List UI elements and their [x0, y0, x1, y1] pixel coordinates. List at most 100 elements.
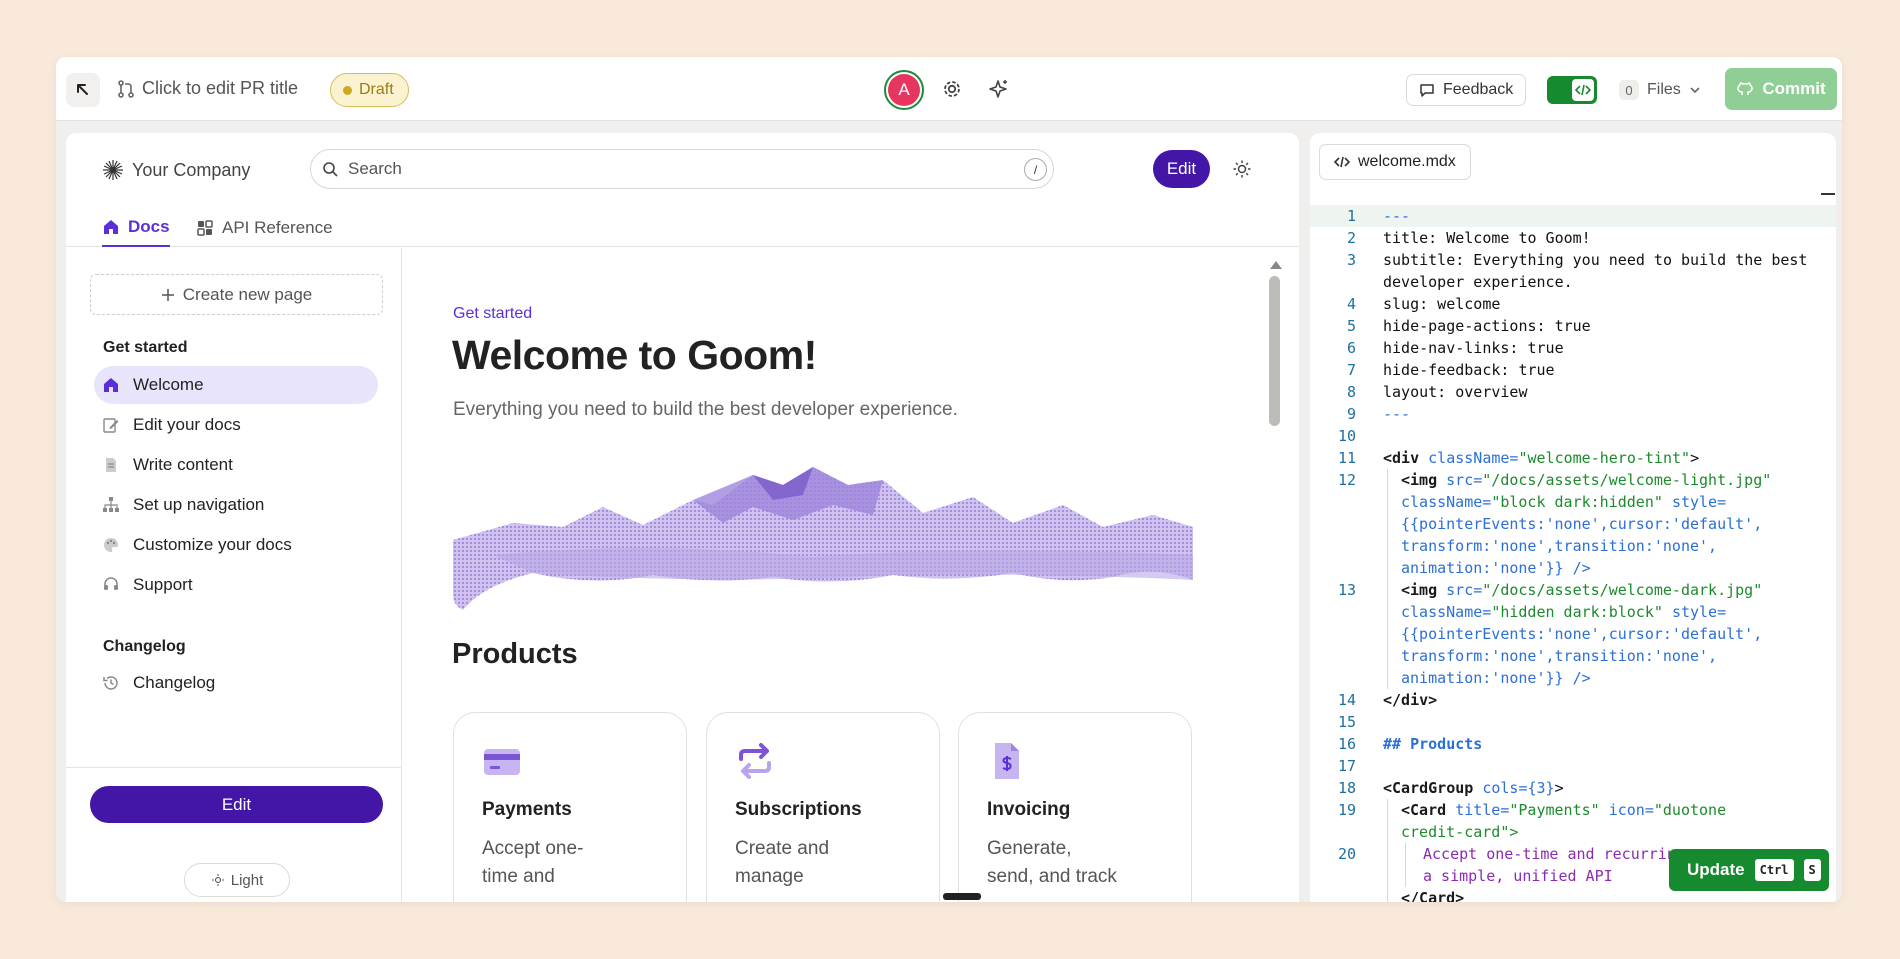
- sidebar-item-label: Support: [133, 575, 193, 594]
- card-title: Invoicing: [987, 799, 1071, 820]
- code-line: 17: [1337, 757, 1356, 775]
- hero-mountain-image: [453, 467, 1193, 610]
- draft-label: Draft: [359, 81, 394, 98]
- products-heading: Products: [452, 638, 578, 670]
- code-line: 14 </div>: [1337, 691, 1438, 709]
- repeat-icon: [739, 743, 771, 779]
- sparkle-icon[interactable]: [986, 77, 1010, 101]
- tab-docs[interactable]: Docs: [102, 209, 170, 247]
- plus-icon: [161, 288, 174, 301]
- tab-docs-label: Docs: [128, 217, 170, 236]
- sidebar-item-customize[interactable]: Customize your docs: [94, 526, 378, 564]
- sun-icon[interactable]: [1232, 159, 1252, 179]
- top-bar: Click to edit PR title Draft A Feedback …: [56, 57, 1842, 121]
- sidebar-item-label: Edit your docs: [133, 415, 241, 434]
- sidebar-item-navigation[interactable]: Set up navigation: [94, 486, 378, 524]
- code-line: 3 subtitle: Everything you need to build …: [1346, 251, 1817, 291]
- card-description: Generate, send, and track: [987, 838, 1117, 887]
- code-line: 7 hide-feedback: true: [1346, 361, 1555, 379]
- edit-button[interactable]: Edit: [1153, 150, 1210, 188]
- page-subtitle: Everything you need to build the best de…: [453, 399, 958, 420]
- code-line: 11 <div className="welcome-hero-tint">: [1337, 449, 1700, 467]
- draft-dot-icon: [343, 85, 352, 95]
- sidebar-item-label: Set up navigation: [133, 495, 265, 514]
- sidebar-edit-button[interactable]: Edit: [90, 786, 383, 823]
- sidebar-item-label: Customize your docs: [133, 535, 292, 554]
- sidebar-item-welcome[interactable]: Welcome: [94, 366, 378, 404]
- pencil-icon: [102, 416, 120, 434]
- files-label: Files: [1647, 81, 1681, 98]
- sidebar-item-label: Write content: [133, 455, 233, 474]
- shortcut-s: S: [1803, 859, 1821, 881]
- arrow-up-left-icon: [77, 84, 88, 95]
- page-title: Welcome to Goom!: [452, 332, 817, 378]
- commit-button[interactable]: Commit: [1725, 68, 1837, 110]
- search-shortcut: /: [1024, 158, 1047, 181]
- code-line: 5 hide-page-actions: true: [1346, 317, 1591, 335]
- gear-icon[interactable]: [940, 77, 964, 101]
- code-line: 8 layout: overview: [1346, 383, 1528, 401]
- divider: [66, 767, 402, 768]
- invoice-icon: [995, 743, 1019, 779]
- scroll-up-arrow[interactable]: [1270, 261, 1282, 269]
- page-content: Get started Welcome to Goom! Everything …: [403, 248, 1283, 902]
- shortcut-ctrl: Ctrl: [1754, 859, 1794, 881]
- sidebar-item-write-content[interactable]: Write content: [94, 446, 378, 484]
- scrollbar-thumb[interactable]: [1269, 276, 1280, 426]
- product-card-subscriptions[interactable]: Subscriptions Create and manage: [706, 712, 940, 902]
- sidebar-item-changelog[interactable]: Changelog: [94, 664, 378, 702]
- back-button[interactable]: [66, 73, 100, 107]
- pull-request-icon: [118, 80, 134, 98]
- files-dropdown[interactable]: 0 Files: [1619, 77, 1701, 103]
- update-button[interactable]: Update Ctrl S: [1669, 849, 1829, 891]
- sidebar-item-support[interactable]: Support: [94, 566, 378, 604]
- code-line: 4 slug: welcome: [1346, 295, 1501, 313]
- sidebar-item-label: Changelog: [133, 673, 216, 692]
- code-line: 16 ## Products: [1337, 735, 1483, 753]
- create-page-label: Create new page: [182, 284, 313, 304]
- card-description: Accept one-time and: [482, 838, 584, 887]
- commit-label: Commit: [1762, 79, 1826, 98]
- github-icon: [1737, 82, 1754, 95]
- product-card-payments[interactable]: Payments Accept one-time and: [453, 712, 687, 902]
- editor-scroll-marker: [1821, 193, 1835, 195]
- puzzle-icon: [197, 220, 213, 236]
- code-line: 2 title: Welcome to Goom!: [1346, 229, 1591, 247]
- code-view-toggle[interactable]: [1547, 76, 1597, 104]
- page-eyebrow: Get started: [453, 305, 533, 322]
- avatar[interactable]: A: [884, 70, 924, 110]
- code-line: 15: [1337, 713, 1356, 731]
- feedback-button[interactable]: Feedback: [1406, 74, 1527, 106]
- tab-api-label: API Reference: [222, 218, 333, 237]
- code-line: 1 ---: [1310, 205, 1836, 227]
- file-tab[interactable]: welcome.mdx: [1319, 144, 1471, 180]
- home-icon: [102, 376, 120, 394]
- update-label: Update: [1687, 860, 1745, 879]
- sunburst-logo-icon: [103, 160, 123, 180]
- pr-title[interactable]: Click to edit PR title: [142, 78, 298, 99]
- code-line: 9 ---: [1346, 405, 1411, 423]
- app-window: Click to edit PR title Draft A Feedback …: [56, 57, 1842, 902]
- create-page-button[interactable]: Create new page: [90, 274, 383, 315]
- sidebar-item-edit-docs[interactable]: Edit your docs: [94, 406, 378, 444]
- code-line: 6 hide-nav-links: true: [1346, 339, 1564, 357]
- search-input[interactable]: Search /: [310, 149, 1054, 189]
- sidebar: Create new page Get started Welcome Edit…: [66, 248, 402, 902]
- document-icon: [102, 456, 120, 474]
- company-logo[interactable]: Your Company: [102, 159, 250, 181]
- product-card-invoicing[interactable]: Invoicing Generate, send, and track: [958, 712, 1192, 902]
- tab-api-reference[interactable]: API Reference: [196, 209, 333, 247]
- history-icon: [102, 674, 120, 692]
- file-name: welcome.mdx: [1358, 153, 1456, 170]
- theme-toggle[interactable]: Light: [184, 863, 290, 897]
- code-editor[interactable]: 1 --- 2 title: Welcome to Goom! 3 subtitle:…: [1310, 205, 1836, 902]
- horizontal-scroll-indicator: [943, 893, 981, 900]
- chat-icon: [1420, 84, 1434, 97]
- code-line: 13 <img src="/docs/assets/welcome-dark.jp…: [1310, 579, 1836, 689]
- code-line: 18 <CardGroup cols={3}>: [1337, 779, 1564, 797]
- code-line: 12 <img src="/docs/assets/welcome-light.j…: [1310, 469, 1836, 579]
- sidebar-item-label: Welcome: [133, 375, 204, 394]
- sitemap-icon: [102, 496, 120, 514]
- card-title: Subscriptions: [735, 799, 862, 820]
- files-count: 0: [1619, 80, 1639, 100]
